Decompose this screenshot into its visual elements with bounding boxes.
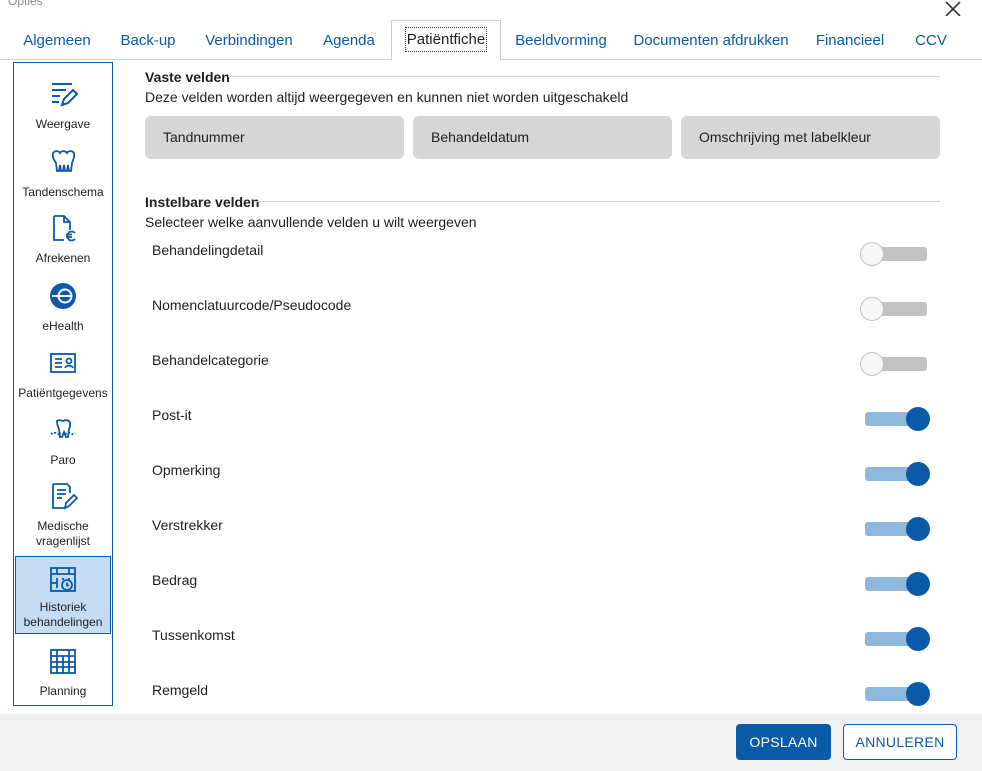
toggle-remgeld[interactable] [860,681,932,707]
teeth-icon [48,147,78,177]
field-label-opmerking: Opmerking [152,462,221,478]
field-label-behandelingdetail: Behandelingdetail [152,242,264,258]
tab-beeldvorming[interactable]: Beeldvorming [506,22,616,60]
tab-agenda[interactable]: Agenda [312,22,386,60]
sidebar-item-label: Medische [37,519,89,533]
id-card-icon [48,348,78,378]
calendar-history-icon [48,564,78,594]
tab-back-up[interactable]: Back-up [110,22,186,60]
field-label-tussenkomst: Tussenkomst [152,627,235,643]
sidebar-item-paro[interactable]: Paro [15,415,111,468]
field-label-bedrag: Bedrag [152,572,198,588]
sidebar-item-tandenschema[interactable]: Tandenschema [15,147,111,200]
fixed-field-behandeldatum: Behandeldatum [413,116,672,159]
fixed-field-tandnummer: Tandnummer [145,116,404,159]
sidebar-item-label: Tandenschema [22,185,104,199]
toggle-tussenkomst[interactable] [860,626,932,652]
sidebar-item-label: Paro [50,453,76,467]
configurable-fields-description: Selecteer welke aanvullende velden u wil… [145,214,477,230]
fixed-fields-description: Deze velden worden altijd weergegeven en… [145,89,629,105]
sidebar-item-weergave[interactable]: Weergave [15,79,111,132]
field-label-post-it: Post-it [152,407,192,423]
settings-panel: Vaste velden Deze velden worden altijd w… [128,62,958,712]
save-button[interactable]: OPSLAAN [736,724,831,760]
tab-patientfiche[interactable]: Patiëntfiche [391,20,501,61]
field-label-nomenclatuurcode: Nomenclatuurcode/Pseudocode [152,297,352,313]
field-label-behandelcategorie: Behandelcategorie [152,352,269,368]
sidebar-item-label: Patiëntgegevens [18,386,108,400]
toggle-post-it[interactable] [860,406,932,432]
sidebar-item-patientgegevens[interactable]: Patiëntgegevens [15,348,111,401]
tab-ccv[interactable]: CCV [904,22,958,60]
field-label-verstrekker: Verstrekker [152,517,223,533]
tab-documenten-afdrukken[interactable]: Documenten afdrukken [628,22,794,60]
sidebar-item-ehealth[interactable]: eHealth [15,281,111,334]
sidebar-item-historiek-behandelingen[interactable]: Historiek behandelingen [15,556,111,634]
tab-verbindingen[interactable]: Verbindingen [196,22,302,60]
ehealth-icon [48,281,78,311]
tab-financieel[interactable]: Financieel [806,22,894,60]
tab-algemeen[interactable]: Algemeen [14,22,100,60]
toggle-nomenclatuurcode[interactable] [860,296,932,322]
toggle-behandelcategorie[interactable] [860,351,932,377]
cancel-button[interactable]: ANNULEREN [843,724,957,760]
gum-tooth-icon [48,415,78,445]
display-settings-icon [48,79,78,109]
section-divider [228,76,940,77]
window-title: Opties [8,0,43,8]
tab-bar: Algemeen Back-up Verbindingen Agenda Pat… [0,18,982,61]
sidebar-item-label-line2: vragenlijst [35,534,91,548]
toggle-verstrekker[interactable] [860,516,932,542]
calendar-icon [48,646,78,676]
toggle-bedrag[interactable] [860,571,932,597]
sidebar-item-label-line2: behandelingen [23,615,103,629]
sidebar-item-planning[interactable]: Planning [15,646,111,699]
fixed-fields-title: Vaste velden [145,69,230,85]
close-button[interactable] [944,0,974,16]
tab-patientfiche-label: Patiëntfiche [404,27,488,52]
sidebar-item-label: Afrekenen [35,251,91,265]
field-label-remgeld: Remgeld [152,682,209,698]
close-icon [945,1,961,16]
toggle-behandelingdetail[interactable] [860,241,932,267]
sidebar-item-afrekenen[interactable]: Afrekenen [15,213,111,266]
sidebar: Weergave Tandenschema Afrekenen eHealth … [13,62,113,706]
fixed-field-omschrijving: Omschrijving met labelkleur [681,116,940,159]
sidebar-item-label: eHealth [42,319,84,333]
section-divider [254,201,940,202]
sidebar-item-label: Weergave [35,117,91,131]
sidebar-item-medische-vragenlijst[interactable]: Medische vragenlijst [15,481,111,549]
questionnaire-icon [48,481,78,511]
configurable-fields-title: Instelbare velden [145,194,260,210]
dialog-footer: OPSLAAN ANNULEREN [0,714,982,771]
sidebar-item-label: Historiek [39,600,87,614]
sidebar-item-label: Planning [39,684,87,698]
toggle-opmerking[interactable] [860,461,932,487]
invoice-euro-icon [48,213,78,243]
